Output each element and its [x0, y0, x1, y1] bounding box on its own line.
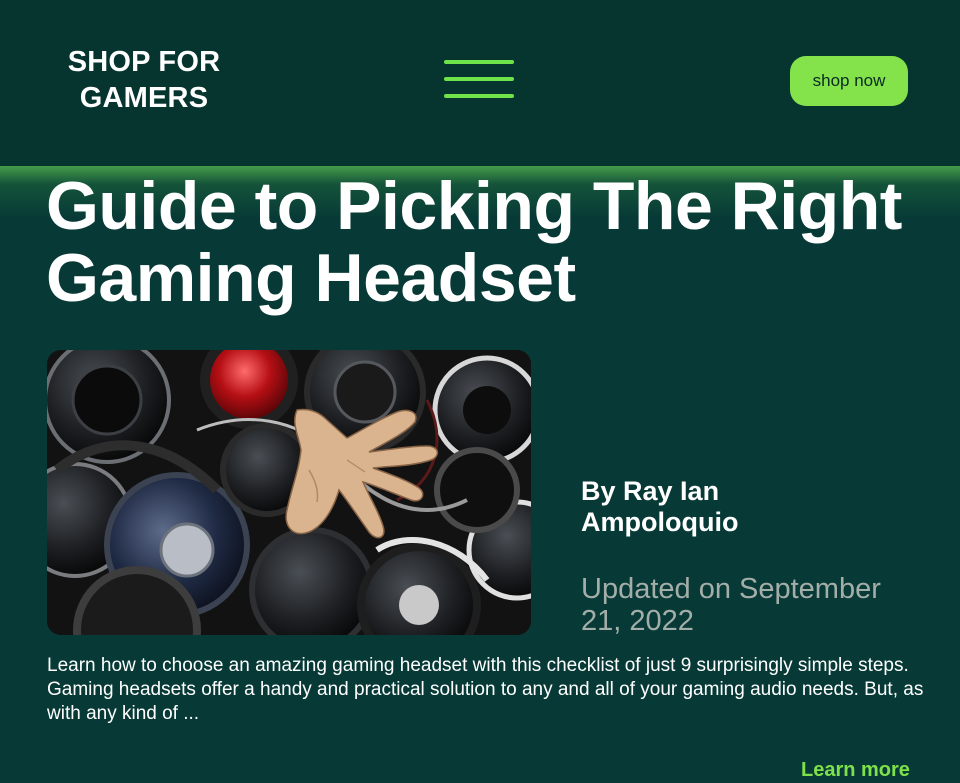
author-line-1: By Ray Ian: [581, 476, 720, 506]
article-excerpt: Learn how to choose an amazing gaming he…: [47, 654, 927, 726]
article-hero-image[interactable]: [47, 350, 531, 635]
article-title-line-2: Gaming Headset: [46, 240, 576, 316]
excerpt-paragraph-1: Learn how to choose an amazing gaming he…: [47, 655, 909, 676]
updated-line-1: Updated on September: [581, 573, 881, 605]
hamburger-icon[interactable]: [444, 56, 514, 104]
updated-line-2: 21, 2022: [581, 605, 694, 637]
article-title-line-1: Guide to Picking The Right: [46, 168, 902, 244]
article-title: Guide to Picking The Right Gaming Headse…: [46, 170, 926, 314]
site-header: SHOP FOR GAMERS shop now: [0, 0, 960, 166]
brand-line-2: GAMERS: [79, 82, 209, 114]
brand-line-1: SHOP FOR: [67, 46, 221, 78]
author-line-2: Ampoloquio: [581, 507, 739, 537]
shop-now-button[interactable]: shop now: [790, 56, 908, 106]
brand-logo[interactable]: SHOP FOR GAMERS: [60, 44, 228, 116]
menu-bar-top: [444, 60, 514, 64]
article-updated-date: Updated on September 21, 2022: [581, 573, 921, 637]
learn-more-link[interactable]: Learn more: [801, 757, 910, 783]
headphones-pile-image: [47, 350, 531, 635]
article-author: By Ray Ian Ampoloquio: [581, 476, 911, 538]
excerpt-paragraph-2: Gaming headsets offer a handy and practi…: [47, 679, 924, 724]
menu-bar-middle: [444, 77, 514, 81]
menu-bar-bottom: [444, 94, 514, 98]
